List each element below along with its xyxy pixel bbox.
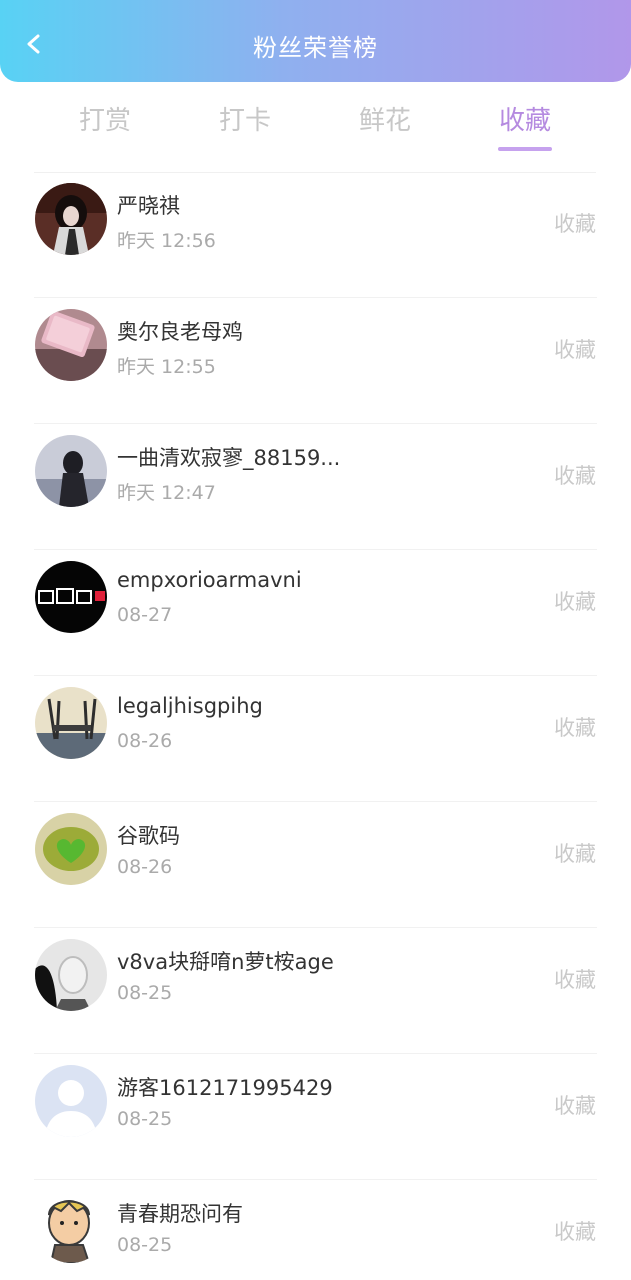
avatar	[35, 561, 107, 633]
fan-time: 昨天 12:56	[117, 230, 216, 252]
fan-name: v8va块搿唷n萝t桉age	[117, 950, 334, 974]
fan-name: 一曲清欢寂寥_88159...	[117, 446, 341, 470]
avatar	[35, 183, 107, 255]
fan-name: 青春期恐问有	[117, 1202, 243, 1226]
avatar	[35, 1191, 107, 1263]
tab-reward[interactable]: 打赏	[60, 100, 150, 137]
favorite-action[interactable]: 收藏	[554, 712, 596, 742]
favorite-action[interactable]: 收藏	[554, 460, 596, 490]
list-item[interactable]: empxorioarmavni 08-27 收藏	[0, 550, 631, 676]
fan-time: 昨天 12:55	[117, 356, 216, 378]
header-bar: 粉丝荣誉榜	[0, 0, 631, 82]
fan-name: 奥尔良老母鸡	[117, 320, 243, 344]
avatar	[35, 435, 107, 507]
fan-time: 昨天 12:47	[117, 482, 216, 504]
favorite-action[interactable]: 收藏	[554, 1090, 596, 1120]
favorite-action[interactable]: 收藏	[554, 208, 596, 238]
favorite-action[interactable]: 收藏	[554, 964, 596, 994]
list-item[interactable]: 严晓祺 昨天 12:56 收藏	[0, 172, 631, 298]
active-tab-indicator	[498, 147, 552, 151]
avatar	[35, 1065, 107, 1137]
tab-bar: 打赏 打卡 鲜花 收藏	[0, 96, 631, 156]
fan-time: 08-25	[117, 1234, 173, 1256]
favorite-action[interactable]: 收藏	[554, 1216, 596, 1246]
avatar	[35, 687, 107, 759]
fan-list: 严晓祺 昨天 12:56 收藏 奥尔良老母鸡 昨天 12:55 收藏 一曲清欢寂…	[0, 172, 631, 1280]
list-item[interactable]: 游客1612171995429 08-25 收藏	[0, 1054, 631, 1180]
list-item[interactable]: v8va块搿唷n萝t桉age 08-25 收藏	[0, 928, 631, 1054]
fan-time: 08-26	[117, 730, 173, 752]
list-item[interactable]: 奥尔良老母鸡 昨天 12:55 收藏	[0, 298, 631, 424]
favorite-action[interactable]: 收藏	[554, 838, 596, 868]
fan-name: empxorioarmavni	[117, 568, 302, 592]
fan-time: 08-25	[117, 1108, 173, 1130]
list-item[interactable]: 谷歌码 08-26 收藏	[0, 802, 631, 928]
list-item[interactable]: 一曲清欢寂寥_88159... 昨天 12:47 收藏	[0, 424, 631, 550]
fan-time: 08-26	[117, 856, 173, 878]
page-title: 粉丝荣誉榜	[253, 34, 378, 62]
avatar	[35, 939, 107, 1011]
fan-name: legaljhisgpihg	[117, 694, 263, 718]
list-item[interactable]: 青春期恐问有 08-25 收藏	[0, 1180, 631, 1280]
fan-name: 严晓祺	[117, 194, 180, 218]
tab-favorites[interactable]: 收藏	[480, 100, 570, 137]
avatar	[35, 813, 107, 885]
tab-checkin[interactable]: 打卡	[200, 100, 290, 137]
favorite-action[interactable]: 收藏	[554, 586, 596, 616]
fan-time: 08-25	[117, 982, 173, 1004]
favorite-action[interactable]: 收藏	[554, 334, 596, 364]
avatar	[35, 309, 107, 381]
tab-flowers[interactable]: 鲜花	[340, 100, 430, 137]
fan-time: 08-27	[117, 604, 173, 626]
fan-name: 游客1612171995429	[117, 1076, 333, 1100]
fan-name: 谷歌码	[117, 824, 180, 848]
list-item[interactable]: legaljhisgpihg 08-26 收藏	[0, 676, 631, 802]
